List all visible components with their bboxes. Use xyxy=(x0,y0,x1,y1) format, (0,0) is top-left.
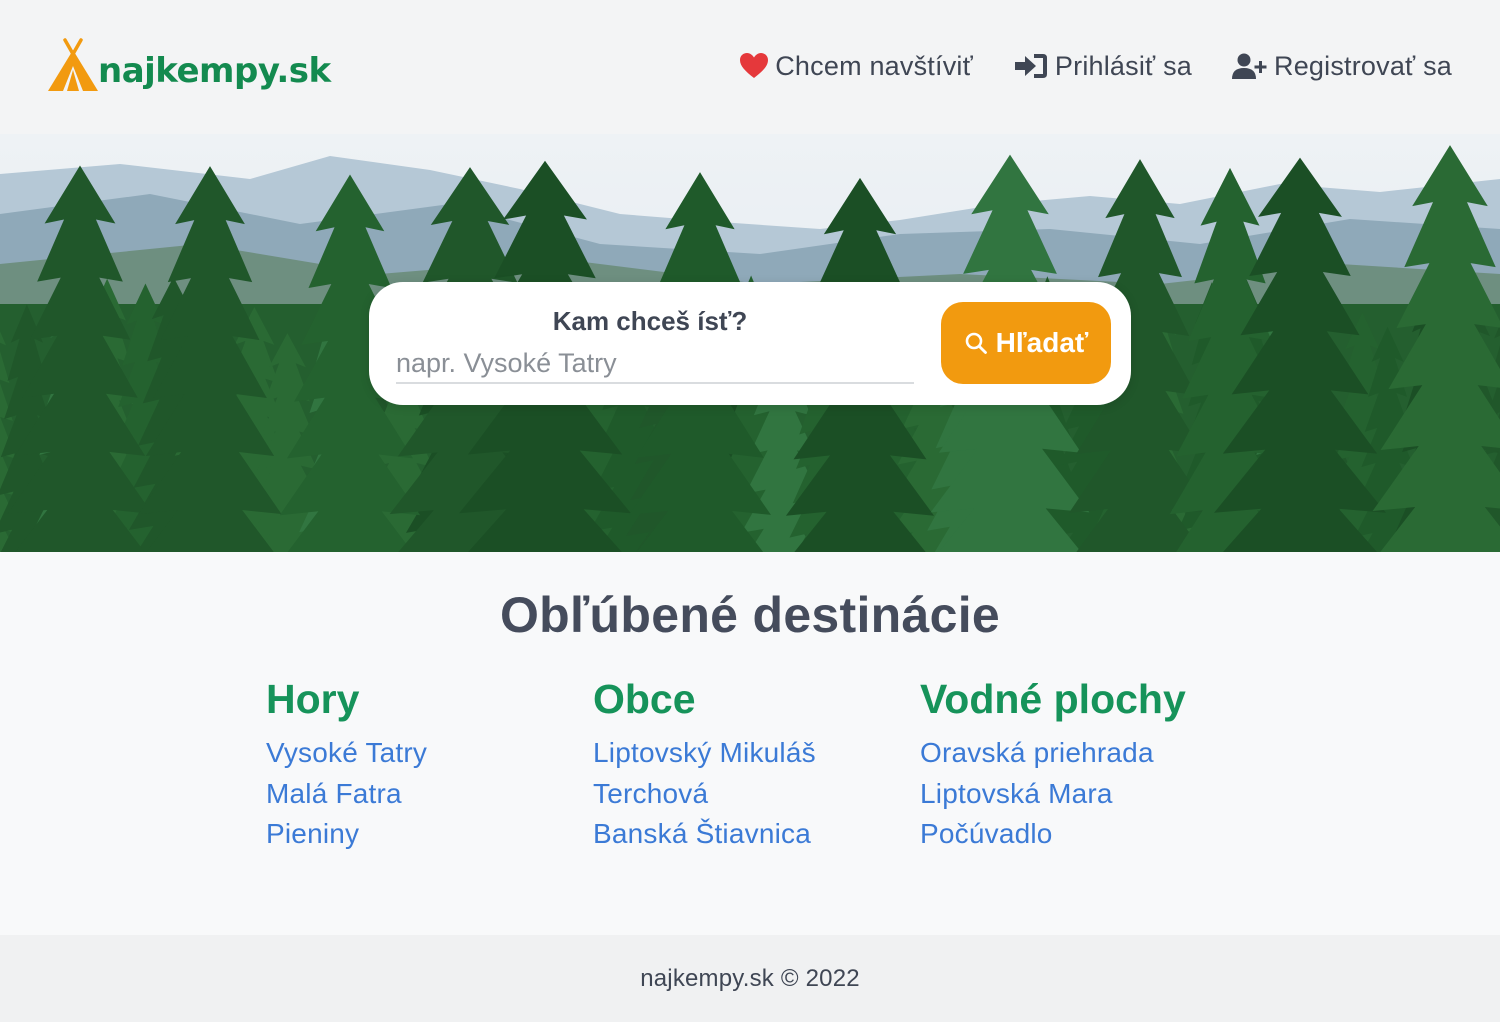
destination-link[interactable]: Terchová xyxy=(593,774,816,815)
destination-heading: Obce xyxy=(593,676,696,722)
nav-register[interactable]: Registrovať sa xyxy=(1232,51,1452,82)
search-button[interactable]: Hľadať xyxy=(941,302,1111,384)
nav-login[interactable]: Prihlásiť sa xyxy=(1013,51,1192,82)
destination-column-vodne-plochy: Vodné plochy Oravská priehrada Liptovská… xyxy=(920,676,1186,855)
destination-link[interactable]: Liptovská Mara xyxy=(920,774,1186,815)
sign-in-icon xyxy=(1014,54,1047,78)
search-input[interactable] xyxy=(396,344,914,384)
section-title: Obľúbené destinácie xyxy=(499,587,1001,643)
destination-link[interactable]: Banská Štiavnica xyxy=(593,814,816,855)
search-label: Kam chceš ísť? xyxy=(552,306,748,336)
heart-icon xyxy=(740,53,769,78)
main-nav: Chcem navštíviť Prihlásiť sa Registrovať… xyxy=(739,44,1452,88)
nav-wishlist-label: Chcem navštíviť xyxy=(775,50,973,81)
logo[interactable]: najkempy.sk xyxy=(46,30,331,94)
footer-copyright: najkempy.sk © 2022 xyxy=(640,964,860,992)
destination-column-hory: Hory Vysoké Tatry Malá Fatra Pieniny xyxy=(266,676,427,855)
search-button-label: Hľadať xyxy=(995,327,1089,358)
nav-register-label: Registrovať sa xyxy=(1274,50,1452,81)
search-icon xyxy=(965,332,987,354)
tent-icon xyxy=(48,38,98,91)
destination-link[interactable]: Počúvadlo xyxy=(920,814,1186,855)
logo-text: najkempy.sk xyxy=(98,51,331,91)
destination-link[interactable]: Malá Fatra xyxy=(266,774,427,815)
nav-login-label: Prihlásiť sa xyxy=(1054,50,1192,81)
destination-link[interactable]: Oravská priehrada xyxy=(920,733,1186,774)
destination-link[interactable]: Liptovský Mikuláš xyxy=(593,733,816,774)
destination-column-obce: Obce Liptovský Mikuláš Terchová Banská Š… xyxy=(593,676,816,855)
user-plus-icon xyxy=(1232,53,1267,79)
hero-banner: Kam chceš ísť? Hľadať xyxy=(0,134,1500,552)
site-footer: najkempy.sk © 2022 xyxy=(0,935,1500,1022)
search-box: Kam chceš ísť? Hľadať xyxy=(369,282,1131,405)
nav-wishlist[interactable]: Chcem navštíviť xyxy=(739,51,973,82)
site-header: najkempy.sk Chcem navštíviť Prihlásiť sa… xyxy=(0,0,1500,134)
destination-link[interactable]: Vysoké Tatry xyxy=(266,733,427,774)
destination-link[interactable]: Pieniny xyxy=(266,814,427,855)
destination-heading: Hory xyxy=(266,676,360,722)
destination-heading: Vodné plochy xyxy=(920,676,1186,722)
